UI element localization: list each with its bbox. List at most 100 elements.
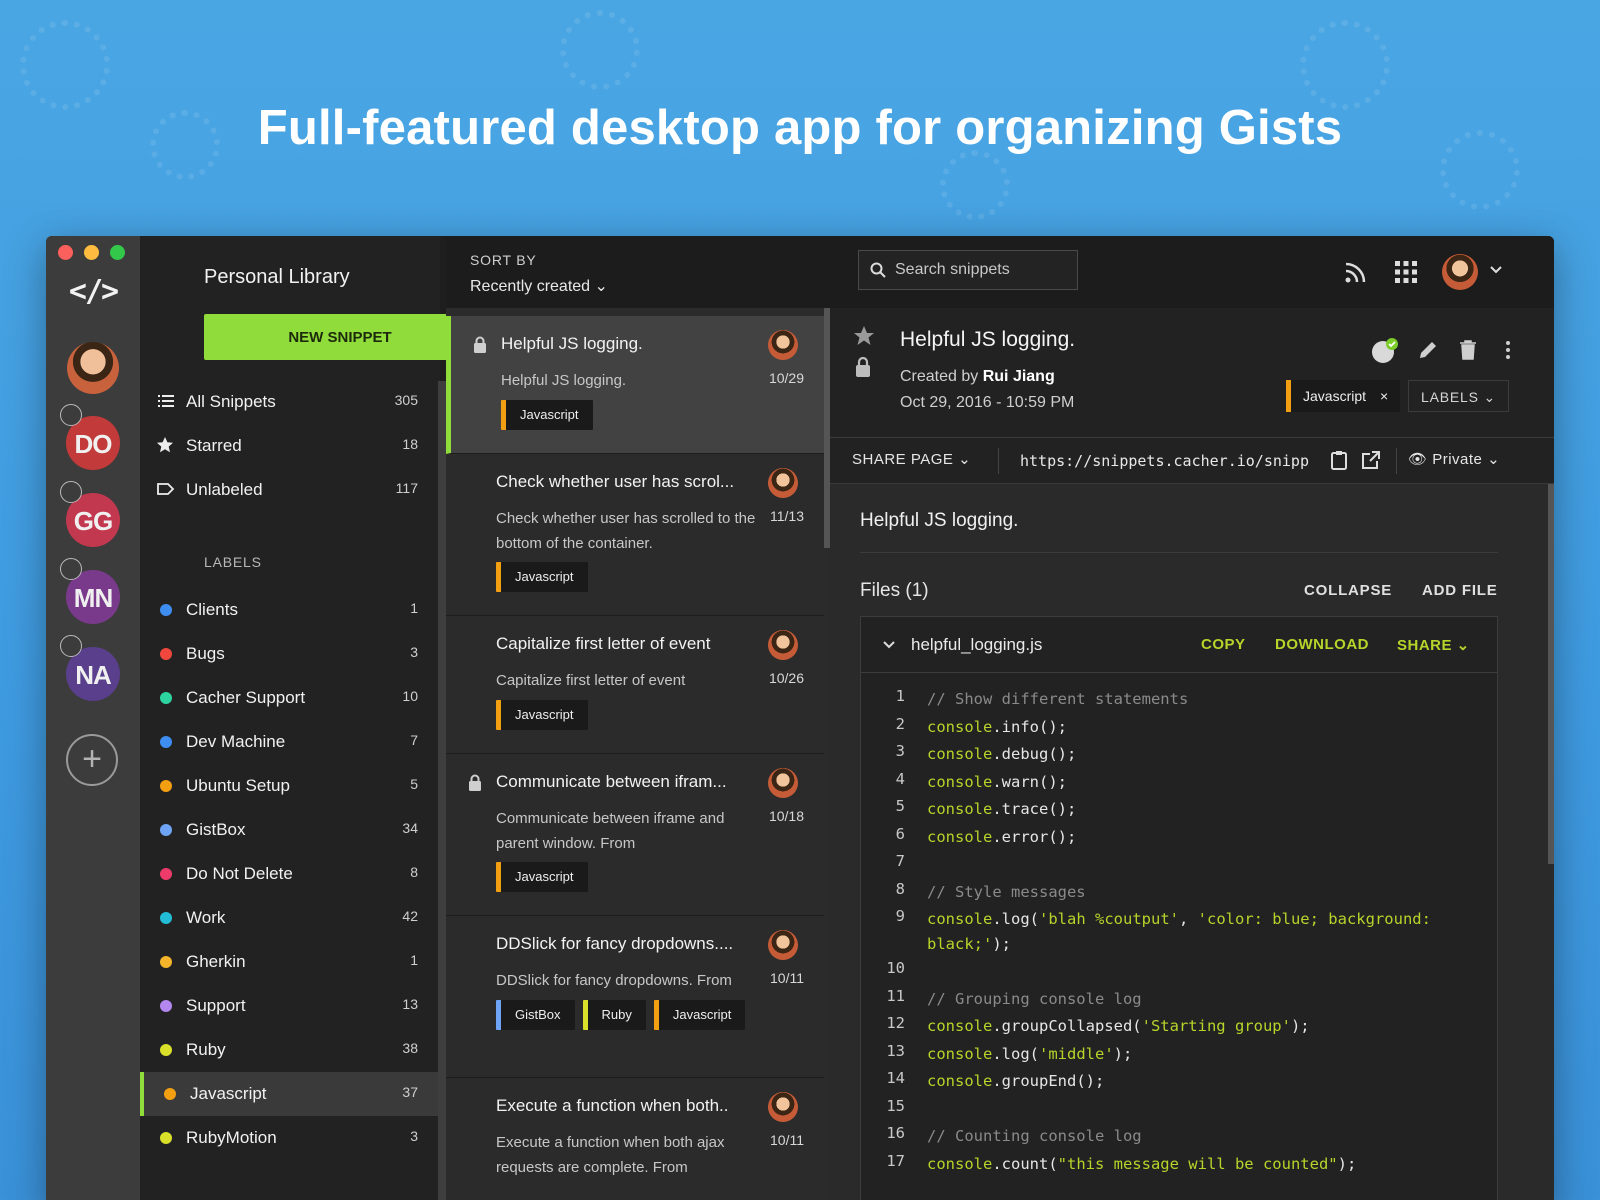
label-color-dot (160, 868, 172, 880)
label-chip[interactable]: Javascript (653, 1000, 746, 1030)
snippet-list-item[interactable]: Communicate between ifram... Communicate … (446, 754, 824, 916)
author-name[interactable]: Rui Jiang (983, 368, 1055, 385)
collapse-button[interactable]: COLLAPSE (1304, 582, 1392, 599)
snippet-date: 10/11 (770, 970, 804, 986)
label-item-ruby[interactable]: Ruby 38 (140, 1028, 440, 1072)
add-file-button[interactable]: ADD FILE (1422, 582, 1498, 599)
label-count: 34 (402, 820, 418, 836)
snippet-list-item[interactable]: Capitalize first letter of event Capitali… (446, 616, 824, 754)
label-chip[interactable]: Javascript (496, 562, 588, 592)
code-token: console (927, 1044, 993, 1063)
chevron-down-icon[interactable] (1486, 260, 1506, 280)
nav-item-all-snippets[interactable]: All Snippets 305 (140, 380, 440, 424)
code-line: // Counting console log (927, 1124, 1487, 1149)
label-color-dot (160, 780, 172, 792)
edit-pencil-icon[interactable] (1416, 338, 1440, 362)
label-name: Dev Machine (186, 732, 286, 751)
label-color-dot (160, 912, 172, 924)
line-number: 7 (895, 852, 905, 870)
label-item-do-not-delete[interactable]: Do Not Delete 8 (140, 852, 440, 896)
lock-icon (469, 774, 481, 791)
new-snippet-button[interactable]: NEW SNIPPET (204, 314, 476, 360)
star-icon[interactable] (852, 324, 876, 348)
snippet-list-item[interactable]: Check whether user has scrol... Check whe… (446, 454, 824, 616)
add-team-button[interactable]: + (66, 734, 118, 786)
code-token: .warn(); (992, 772, 1067, 791)
minimize-window-icon[interactable] (84, 245, 99, 260)
labels-dropdown-label: LABELS (1421, 389, 1479, 405)
github-sync-icon[interactable] (1370, 336, 1400, 366)
snippet-date: 11/13 (770, 508, 804, 524)
label-item-javascript[interactable]: Javascript 37 (140, 1072, 440, 1116)
snippet-description: DDSlick for fancy dropdowns. From (496, 972, 732, 989)
share-page-dropdown[interactable]: SHARE PAGE ⌄ (852, 450, 971, 468)
sort-label: SORT BY (470, 252, 537, 268)
copy-button[interactable]: COPY (1201, 636, 1246, 653)
snippet-list-item[interactable]: Helpful JS logging. Helpful JS logging. 10… (446, 316, 824, 454)
search-icon (870, 262, 886, 278)
label-item-dev-machine[interactable]: Dev Machine 7 (140, 720, 440, 764)
label-count: 3 (410, 644, 418, 660)
snippet-title: Helpful JS logging. (501, 334, 643, 353)
detail-scrollbar[interactable] (1548, 484, 1554, 864)
remove-label-icon[interactable]: × (1380, 380, 1388, 412)
file-name[interactable]: helpful_logging.js (911, 635, 1042, 655)
label-item-gherkin[interactable]: Gherkin 1 (140, 940, 440, 984)
label-item-rubymotion[interactable]: RubyMotion 3 (140, 1116, 440, 1160)
code-token: console (927, 772, 993, 791)
label-item-clients[interactable]: Clients 1 (140, 588, 440, 632)
privacy-dropdown[interactable]: 👁 Private ⌄ (1408, 450, 1500, 468)
sort-dropdown[interactable]: Recently created ⌄ (470, 276, 608, 296)
sidebar-scrollbar[interactable] (438, 381, 446, 1200)
nav-item-count: 18 (402, 436, 418, 452)
background-gear (560, 10, 640, 90)
label-chip[interactable]: Javascript (496, 862, 588, 892)
account-avatar[interactable] (1442, 254, 1478, 290)
label-item-support[interactable]: Support 13 (140, 984, 440, 1028)
share-url[interactable]: https://snippets.cacher.io/snipp (1020, 452, 1320, 470)
snippet-list-item[interactable]: Execute a function when both.. Execute a … (446, 1078, 824, 1200)
library-title: Personal Library (204, 266, 350, 288)
nav-item-unlabeled[interactable]: Unlabeled 117 (140, 468, 440, 512)
line-number: 11 (886, 986, 905, 1005)
label-chip[interactable]: Javascript (496, 700, 588, 730)
label-color-dot (160, 1132, 172, 1144)
lock-icon (474, 336, 486, 353)
label-item-gistbox[interactable]: GistBox 34 (140, 808, 440, 852)
code-token: console (927, 910, 993, 928)
label-chip[interactable]: Javascript (501, 400, 593, 430)
snippet-title: Capitalize first letter of event (496, 634, 711, 653)
label-item-ubuntu-setup[interactable]: Ubuntu Setup 5 (140, 764, 440, 808)
label-name: Cacher Support (186, 688, 306, 707)
download-button[interactable]: DOWNLOAD (1275, 636, 1369, 653)
label-color-dot (160, 648, 172, 660)
created-date: Oct 29, 2016 - 10:59 PM (900, 394, 1075, 411)
more-vertical-icon[interactable] (1496, 338, 1520, 362)
clipboard-icon[interactable] (1328, 449, 1350, 471)
rss-feed-icon[interactable] (1342, 258, 1370, 286)
snippet-title: Helpful JS logging. (900, 328, 1076, 351)
team-initials: NA (75, 660, 112, 690)
chevron-down-icon[interactable] (879, 635, 899, 655)
label-chip[interactable]: GistBox (496, 1000, 575, 1030)
apps-grid-icon[interactable] (1392, 258, 1420, 286)
nav-item-starred[interactable]: Starred 18 (140, 424, 440, 468)
author-avatar (768, 630, 798, 660)
share-file-button[interactable]: SHARE ⌄ (1397, 636, 1470, 654)
close-window-icon[interactable] (58, 245, 73, 260)
maximize-window-icon[interactable] (110, 245, 125, 260)
snippet-list-item[interactable]: DDSlick for fancy dropdowns.... DDSlick f… (446, 916, 824, 1078)
labels-dropdown[interactable]: LABELS ⌄ (1408, 380, 1509, 412)
open-external-icon[interactable] (1360, 449, 1382, 471)
search-input[interactable] (858, 250, 1078, 290)
app-logo: </> (68, 274, 119, 309)
user-avatar[interactable] (67, 342, 119, 394)
label-chip[interactable]: Ruby (582, 1000, 646, 1030)
label-item-work[interactable]: Work 42 (140, 896, 440, 940)
trash-icon[interactable] (1456, 338, 1480, 362)
snippet-description[interactable]: Helpful JS logging. (860, 510, 1018, 532)
label-item-cacher-support[interactable]: Cacher Support 10 (140, 676, 440, 720)
label-item-bugs[interactable]: Bugs 3 (140, 632, 440, 676)
privacy-value: Private (1432, 451, 1483, 468)
snippet-date: 10/18 (768, 808, 804, 824)
